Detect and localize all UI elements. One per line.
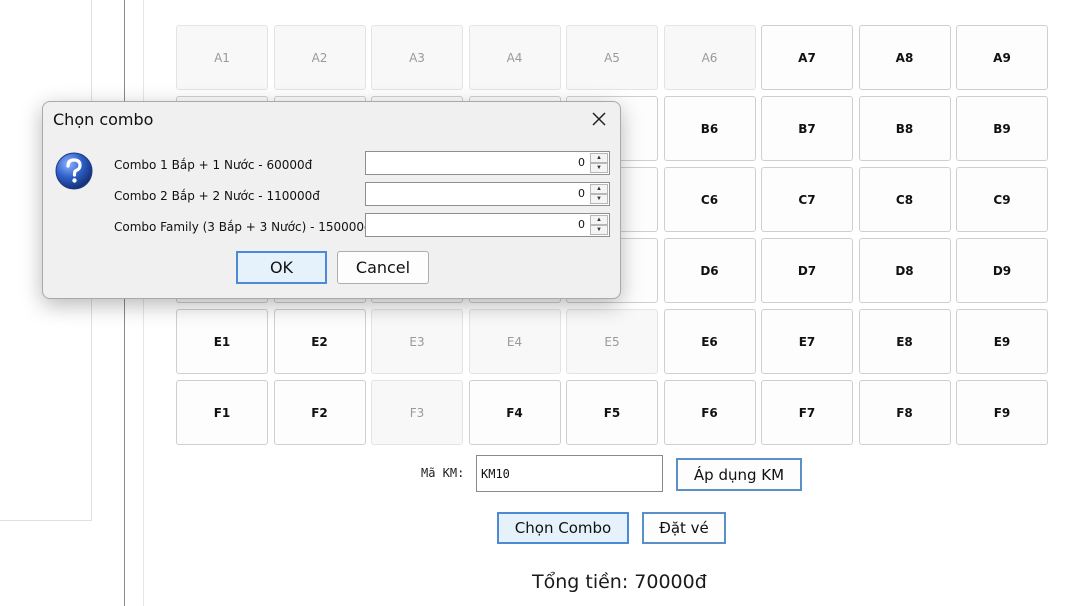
- question-icon: [55, 152, 93, 190]
- combo-1-quantity-spinner[interactable]: 0 ▲ ▼: [365, 151, 610, 175]
- dialog-title: Chọn combo: [53, 110, 154, 129]
- book-ticket-button[interactable]: Đặt vé: [642, 512, 726, 544]
- spin-down-icon[interactable]: ▼: [590, 194, 608, 204]
- spinner-arrows: ▲ ▼: [590, 215, 608, 235]
- spin-up-icon[interactable]: ▲: [590, 153, 608, 163]
- seat-button: E3: [371, 309, 463, 374]
- seat-button[interactable]: A8: [858, 25, 951, 90]
- seat-button[interactable]: F4: [468, 380, 561, 445]
- close-icon[interactable]: [590, 110, 608, 128]
- seat-button[interactable]: E9: [956, 309, 1048, 374]
- combo-family-label: Combo Family (3 Bắp + 3 Nước) - 150000đ: [114, 220, 372, 234]
- seat-button: A1: [176, 25, 268, 90]
- seat-button[interactable]: F7: [761, 380, 853, 445]
- spin-up-icon[interactable]: ▲: [590, 215, 608, 225]
- seat-button[interactable]: E1: [176, 309, 268, 374]
- spin-up-icon[interactable]: ▲: [590, 184, 608, 194]
- seat-button: A2: [273, 25, 366, 90]
- seat-button[interactable]: B7: [761, 96, 853, 161]
- seat-button[interactable]: C6: [663, 167, 756, 232]
- seat-button: A6: [663, 25, 756, 90]
- choose-combo-button[interactable]: Chọn Combo: [497, 512, 629, 544]
- combo-family-quantity-value: 0: [578, 218, 585, 231]
- combo-2-label: Combo 2 Bắp + 2 Nước - 110000đ: [114, 189, 320, 203]
- combo-dialog: Chọn combo Combo 1 Bắp + 1 Nước - 60000đ…: [42, 101, 621, 299]
- seat-button[interactable]: C8: [858, 167, 951, 232]
- spin-down-icon[interactable]: ▼: [590, 163, 608, 173]
- ok-button[interactable]: OK: [236, 251, 327, 284]
- seat-button[interactable]: F9: [956, 380, 1048, 445]
- combo-1-label: Combo 1 Bắp + 1 Nước - 60000đ: [114, 158, 313, 172]
- seat-button[interactable]: D9: [956, 238, 1048, 303]
- seat-button[interactable]: E6: [663, 309, 756, 374]
- seat-button[interactable]: D8: [858, 238, 951, 303]
- seat-button[interactable]: A9: [956, 25, 1048, 90]
- seat-button: A5: [566, 25, 658, 90]
- seat-button[interactable]: D7: [761, 238, 853, 303]
- seat-button[interactable]: B8: [858, 96, 951, 161]
- apply-promo-button[interactable]: Áp dụng KM: [676, 458, 802, 491]
- combo-2-quantity-spinner[interactable]: 0 ▲ ▼: [365, 182, 610, 206]
- combo-family-quantity-spinner[interactable]: 0 ▲ ▼: [365, 213, 610, 237]
- seat-button: E4: [468, 309, 561, 374]
- seat-button[interactable]: F5: [566, 380, 658, 445]
- seat-button[interactable]: A7: [761, 25, 853, 90]
- dialog-title-bar[interactable]: Chọn combo: [43, 102, 620, 138]
- seat-button[interactable]: F6: [663, 380, 756, 445]
- seat-button: E5: [566, 309, 658, 374]
- spinner-arrows: ▲ ▼: [590, 153, 608, 173]
- seat-button[interactable]: E8: [858, 309, 951, 374]
- promo-label: Mã KM:: [421, 466, 465, 480]
- combo-2-quantity-value: 0: [578, 187, 585, 200]
- cancel-button[interactable]: Cancel: [337, 251, 429, 284]
- spin-down-icon[interactable]: ▼: [590, 225, 608, 235]
- seat-button[interactable]: B9: [956, 96, 1048, 161]
- seat-button: A4: [468, 25, 561, 90]
- seat-button[interactable]: E7: [761, 309, 853, 374]
- combo-1-quantity-value: 0: [578, 156, 585, 169]
- seat-button[interactable]: D6: [663, 238, 756, 303]
- seat-button: A3: [371, 25, 463, 90]
- seat-button[interactable]: C9: [956, 167, 1048, 232]
- seat-button[interactable]: F8: [858, 380, 951, 445]
- seat-button[interactable]: F2: [273, 380, 366, 445]
- seat-button[interactable]: E2: [273, 309, 366, 374]
- total-price: Tổng tiền: 70000đ: [532, 571, 707, 593]
- spinner-arrows: ▲ ▼: [590, 184, 608, 204]
- splitter[interactable]: [124, 0, 144, 606]
- seat-button[interactable]: B6: [663, 96, 756, 161]
- seat-button[interactable]: F1: [176, 380, 268, 445]
- promo-code-input[interactable]: KM10: [476, 455, 663, 492]
- seat-button: F3: [371, 380, 463, 445]
- seat-button[interactable]: C7: [761, 167, 853, 232]
